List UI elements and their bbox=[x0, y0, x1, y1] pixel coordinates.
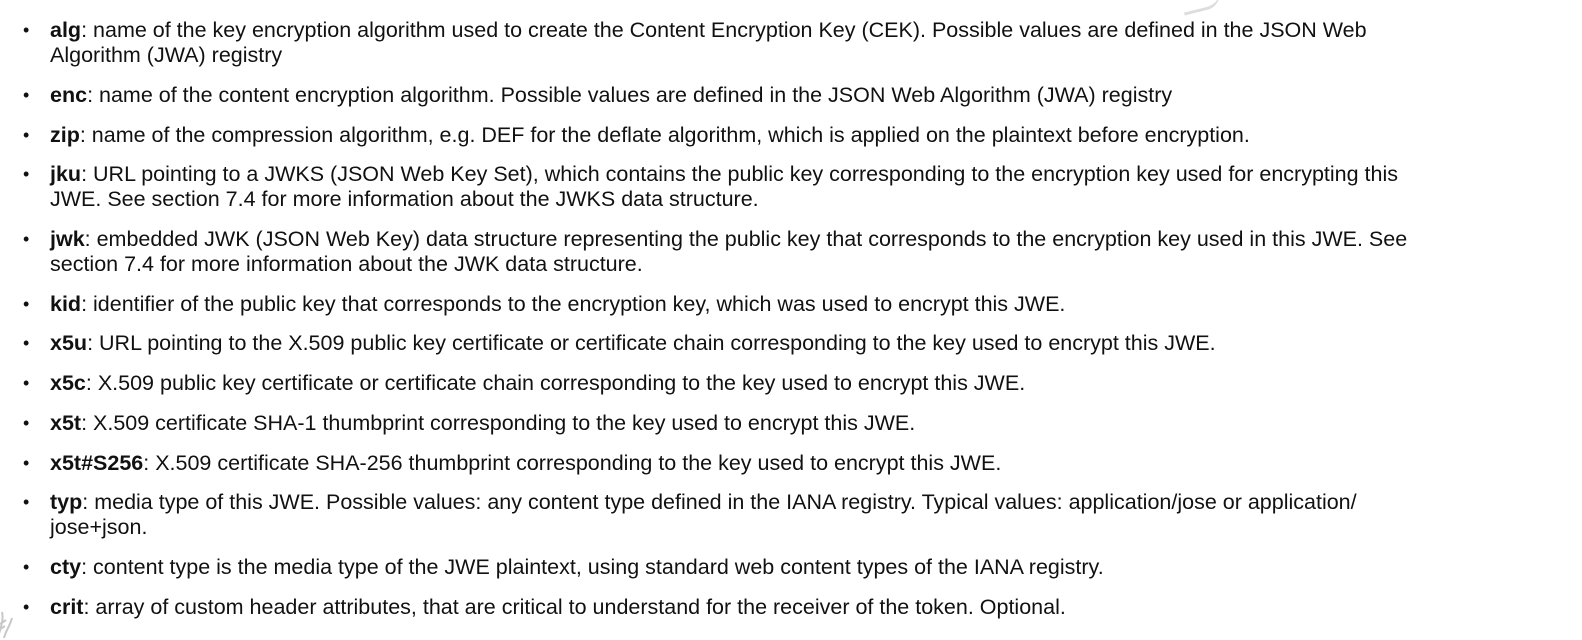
attribute-key: cty bbox=[50, 555, 82, 579]
attribute-description: : X.509 public key certificate or certif… bbox=[85, 371, 1026, 395]
attribute-key: jku bbox=[50, 162, 82, 186]
bullet: • bbox=[23, 557, 30, 577]
bullet: • bbox=[23, 164, 30, 184]
attribute-description-continued: jose+json. bbox=[50, 515, 148, 539]
bullet: • bbox=[23, 20, 30, 40]
attribute-key: zip bbox=[50, 123, 80, 147]
attribute-key: jwk bbox=[50, 227, 85, 251]
bullet: • bbox=[23, 85, 30, 105]
attribute-description: : embedded JWK (JSON Web Key) data struc… bbox=[84, 227, 1408, 251]
list-item-jku: • jku: URL pointing to a JWKS (JSON Web … bbox=[23, 162, 1550, 212]
bullet: • bbox=[23, 373, 30, 393]
attribute-description-continued: Algorithm (JWA) registry bbox=[50, 43, 283, 67]
attribute-description: : content type is the media type of the … bbox=[81, 555, 1104, 579]
attribute-description: : name of the key encryption algorithm u… bbox=[81, 18, 1367, 42]
bullet: • bbox=[23, 294, 30, 314]
list-item-x5t: • x5t: X.509 certificate SHA-1 thumbprin… bbox=[23, 411, 1550, 436]
list-item-zip: • zip: name of the compression algorithm… bbox=[23, 123, 1550, 148]
list-item-crit: • crit: array of custom header attribute… bbox=[23, 595, 1550, 620]
attribute-description: : X.509 certificate SHA-256 thumbprint c… bbox=[143, 451, 1002, 475]
attribute-description-continued: section 7.4 for more information about t… bbox=[50, 252, 643, 276]
attribute-description: : URL pointing to a JWKS (JSON Web Key S… bbox=[81, 162, 1399, 186]
bullet: • bbox=[23, 492, 30, 512]
bullet: • bbox=[23, 413, 30, 433]
corner-decoration bbox=[1180, 0, 1224, 16]
attribute-description: : URL pointing to the X.509 public key c… bbox=[87, 331, 1216, 355]
attribute-key: x5c bbox=[50, 371, 86, 395]
bullet: • bbox=[23, 597, 30, 617]
attribute-description: : media type of this JWE. Possible value… bbox=[82, 490, 1357, 514]
list-item-kid: • kid: identifier of the public key that… bbox=[23, 292, 1550, 317]
bullet: • bbox=[23, 333, 30, 353]
attribute-key: typ bbox=[50, 490, 83, 514]
attribute-description-continued: JWE. See section 7.4 for more informatio… bbox=[50, 187, 759, 211]
list-item-cty: • cty: content type is the media type of… bbox=[23, 555, 1550, 580]
attribute-key: enc bbox=[50, 83, 88, 107]
attribute-key: crit bbox=[50, 595, 84, 619]
attribute-description: : name of the content encryption algorit… bbox=[87, 83, 1173, 107]
bullet: • bbox=[23, 453, 30, 473]
bullet: • bbox=[23, 125, 30, 145]
list-item-x5c: • x5c: X.509 public key certificate or c… bbox=[23, 371, 1550, 396]
attribute-description: : identifier of the public key that corr… bbox=[81, 292, 1066, 316]
attribute-key: alg bbox=[50, 18, 82, 42]
attribute-description: : X.509 certificate SHA-1 thumbprint cor… bbox=[81, 411, 916, 435]
attribute-key: x5t bbox=[50, 411, 82, 435]
list-item-alg: • alg: name of the key encryption algori… bbox=[23, 18, 1550, 68]
list-item-jwk: • jwk: embedded JWK (JSON Web Key) data … bbox=[23, 227, 1550, 277]
list-item-x5t-s256: • x5t#S256: X.509 certificate SHA-256 th… bbox=[23, 451, 1550, 476]
attribute-key: x5t#S256 bbox=[50, 451, 144, 475]
list-item-x5u: • x5u: URL pointing to the X.509 public … bbox=[23, 331, 1550, 356]
bullet: • bbox=[23, 229, 30, 249]
attribute-key: x5u bbox=[50, 331, 88, 355]
attribute-description: : name of the compression algorithm, e.g… bbox=[79, 123, 1250, 147]
list-item-typ: • typ: media type of this JWE. Possible … bbox=[23, 490, 1550, 540]
attribute-key: kid bbox=[50, 292, 82, 316]
list-item-enc: • enc: name of the content encryption al… bbox=[23, 83, 1550, 108]
attribute-description: : array of custom header attributes, tha… bbox=[83, 595, 1066, 619]
corner-leaf-decoration bbox=[0, 611, 13, 638]
